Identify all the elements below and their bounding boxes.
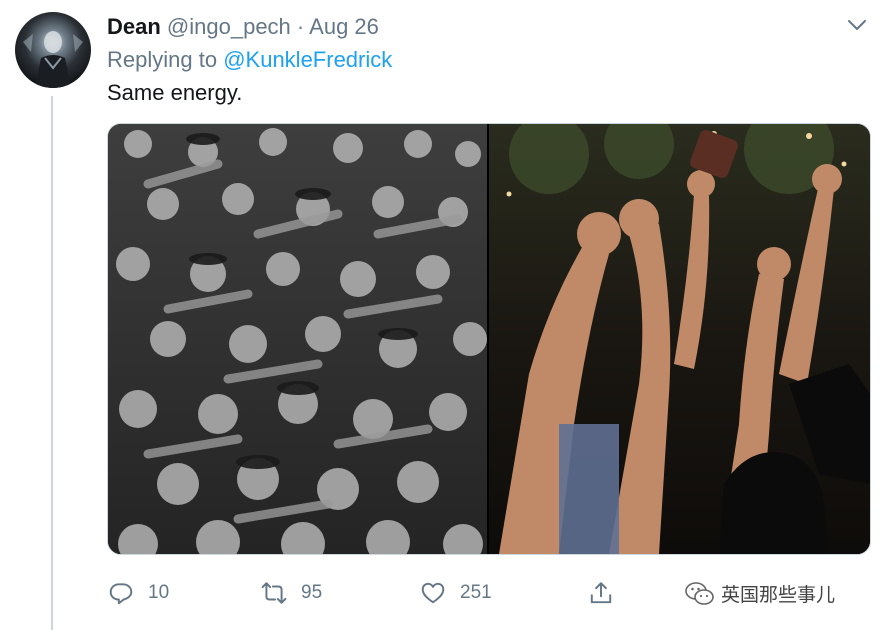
retweet-button[interactable]: 95 (261, 578, 322, 608)
tweet-header: Dean @ingo_pech · Aug 26 (107, 14, 379, 40)
replying-to-label: Replying to (107, 47, 218, 72)
wechat-watermark: 英国那些事儿 (685, 580, 835, 607)
reply-count: 10 (148, 582, 170, 603)
avatar[interactable] (15, 12, 91, 88)
more-options-chevron-down-icon[interactable] (846, 17, 868, 33)
wechat-logo-icon (685, 581, 714, 605)
reply-bubble-icon (109, 583, 133, 605)
author-display-name[interactable]: Dean (107, 14, 161, 39)
crowd-raised-fists-photo[interactable] (489, 124, 870, 554)
watermark-text: 英国那些事儿 (721, 585, 836, 606)
reply-mention-link[interactable]: @KunkleFredrick (223, 47, 392, 72)
retweet-icon (261, 582, 287, 604)
reply-button[interactable]: 10 (108, 578, 169, 608)
heart-icon (421, 582, 445, 604)
author-handle[interactable]: @ingo_pech (167, 14, 291, 39)
like-count: 251 (460, 582, 492, 603)
crowd-saluting-photo[interactable] (108, 124, 487, 554)
share-button[interactable] (588, 578, 628, 608)
replying-to-line: Replying to @KunkleFredrick (107, 47, 392, 73)
share-upload-icon (590, 582, 612, 604)
retweet-count: 95 (301, 582, 323, 603)
tweet-date[interactable]: Aug 26 (309, 14, 379, 39)
media-grid (107, 123, 871, 555)
tweet-text: Same energy. (107, 80, 243, 105)
like-button[interactable]: 251 (420, 578, 492, 608)
thread-connector-line (51, 96, 53, 630)
header-separator: · (296, 14, 305, 39)
